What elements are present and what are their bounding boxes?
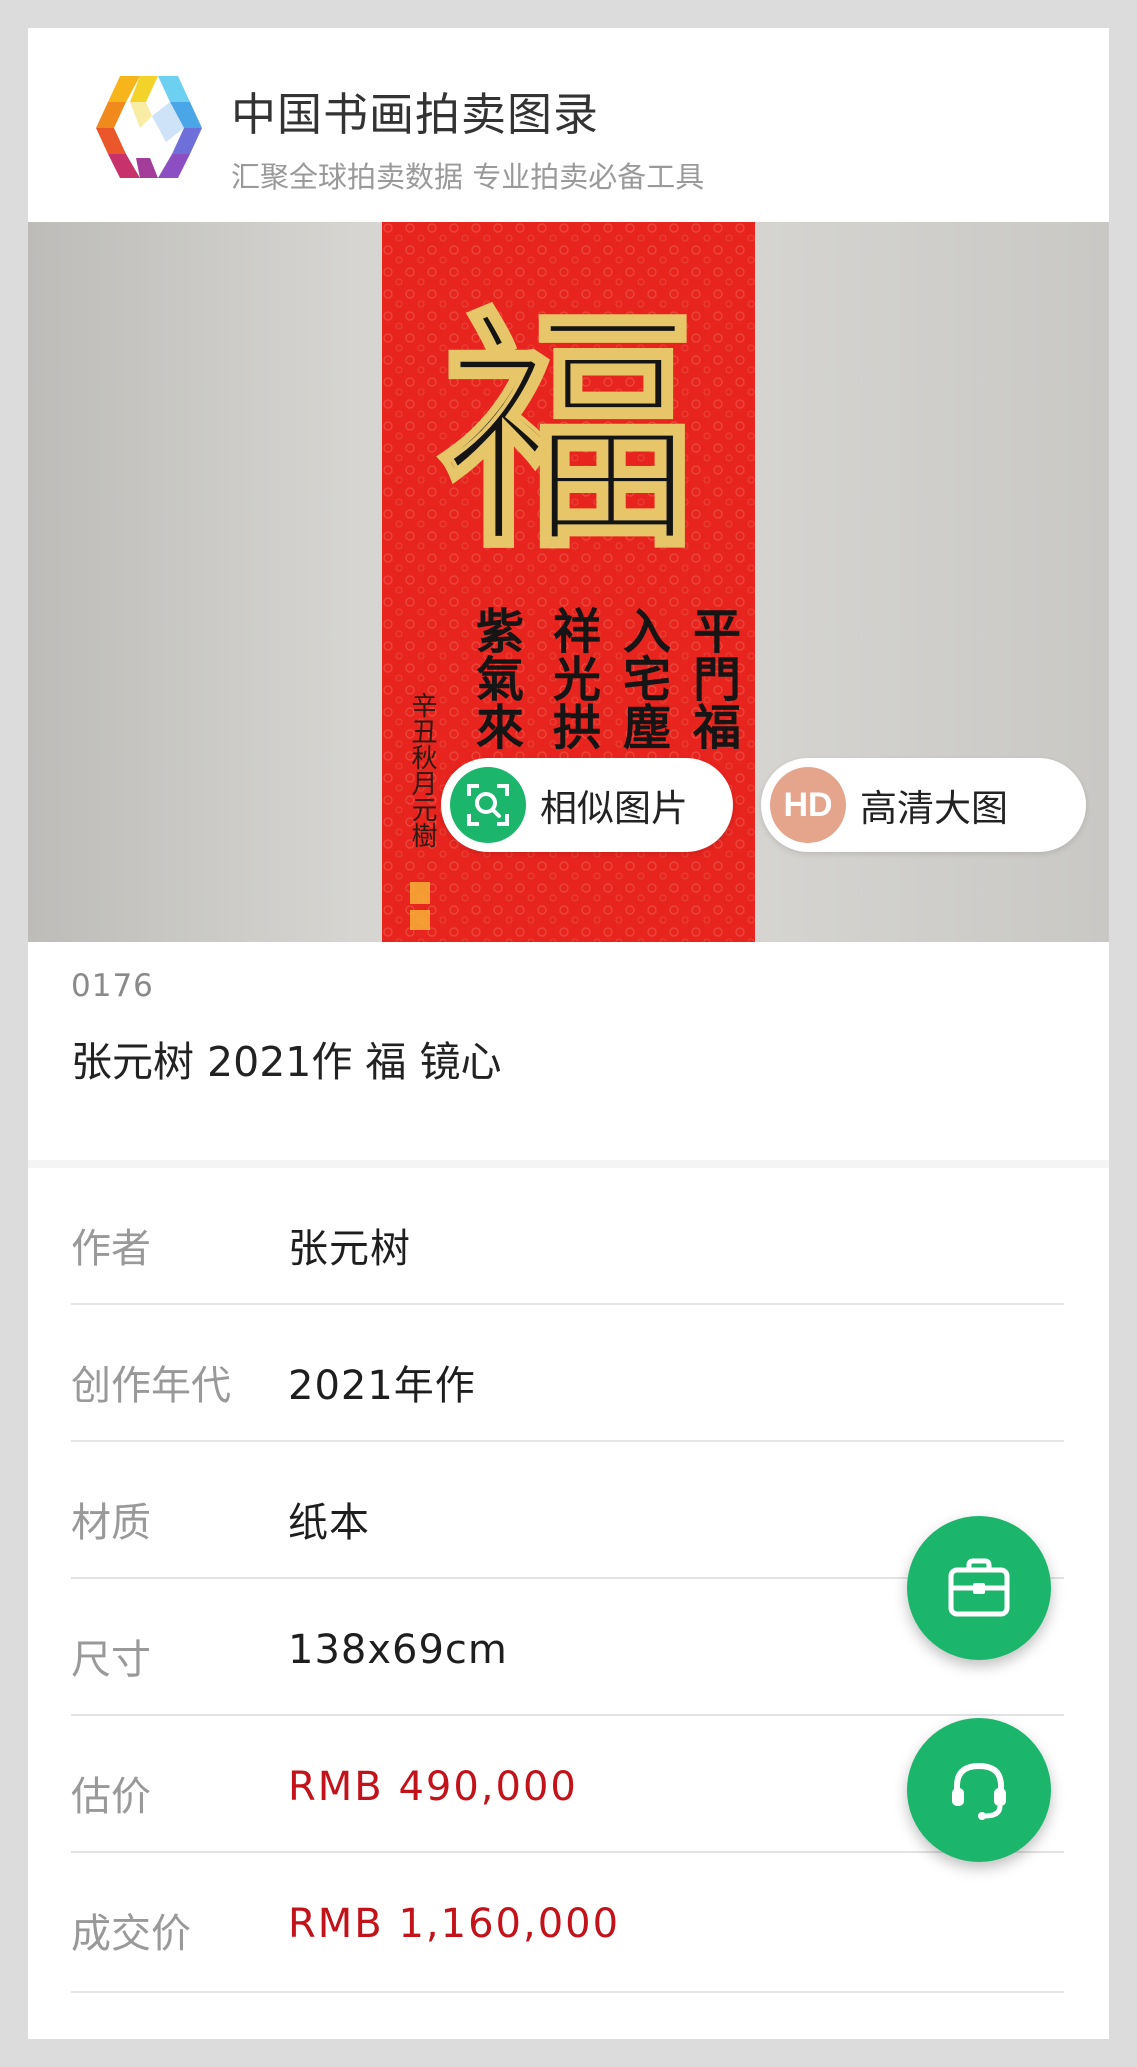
detail-value: 138x69cm	[288, 1627, 508, 1673]
briefcase-icon	[948, 1558, 1010, 1617]
detail-key: 材质	[71, 1500, 151, 1546]
detail-key: 作者	[71, 1226, 151, 1272]
section-divider	[28, 1160, 1109, 1168]
hd-image-label: 高清大图	[860, 787, 1008, 830]
similar-images-button[interactable]: 相似图片	[441, 758, 733, 852]
detail-key: 估价	[71, 1774, 151, 1820]
svg-text:祥光拱: 祥光拱	[544, 606, 601, 750]
app-logo-icon	[96, 76, 202, 178]
detail-row-hammer-price: 成交价 RMB 1,160,000	[71, 1853, 1064, 1993]
similar-images-label: 相似图片	[540, 787, 688, 830]
detail-key: 尺寸	[71, 1637, 151, 1683]
detail-key: 创作年代	[71, 1363, 231, 1409]
detail-value: 张元树	[288, 1226, 411, 1272]
svg-text:辛丑秋月元樹: 辛丑秋月元樹	[407, 692, 437, 848]
svg-text:紫氣來: 紫氣來	[467, 606, 524, 750]
detail-value: 2021年作	[288, 1363, 476, 1409]
image-search-icon	[450, 767, 526, 843]
headset-icon	[952, 1762, 1006, 1820]
hd-image-button[interactable]: HD 高清大图	[761, 758, 1086, 852]
svg-text:入宅塵: 入宅塵	[614, 606, 671, 750]
hammer-price: RMB 1,160,000	[288, 1901, 621, 1947]
customer-service-button[interactable]	[907, 1718, 1051, 1862]
detail-value: 纸本	[288, 1500, 370, 1546]
app-header: 中国书画拍卖图录 汇聚全球拍卖数据 专业拍卖必备工具	[28, 28, 1109, 222]
artwork-image[interactable]: 福 平門福 入宅塵 祥光拱 紫氣來 辛丑秋月元樹 相似图片 HD 高清大图	[28, 222, 1109, 942]
tools-button[interactable]	[907, 1516, 1051, 1660]
estimate-price: RMB 490,000	[288, 1764, 578, 1810]
detail-row-author: 作者 张元树	[71, 1168, 1064, 1305]
lot-number: 0176	[71, 968, 154, 1004]
app-title: 中国书画拍卖图录	[231, 88, 600, 141]
hd-icon: HD	[770, 767, 846, 843]
fu-character: 福	[438, 284, 695, 583]
detail-row-year: 创作年代 2021年作	[71, 1305, 1064, 1442]
svg-text:平門福: 平門福	[684, 606, 742, 750]
detail-key: 成交价	[71, 1911, 191, 1957]
app-subtitle: 汇聚全球拍卖数据 专业拍卖必备工具	[231, 160, 705, 194]
page-card: 中国书画拍卖图录 汇聚全球拍卖数据 专业拍卖必备工具 福 平門福 入宅塵 祥光拱…	[28, 28, 1109, 2039]
lot-title: 张元树 2021作 福 镜心	[71, 1038, 502, 1086]
